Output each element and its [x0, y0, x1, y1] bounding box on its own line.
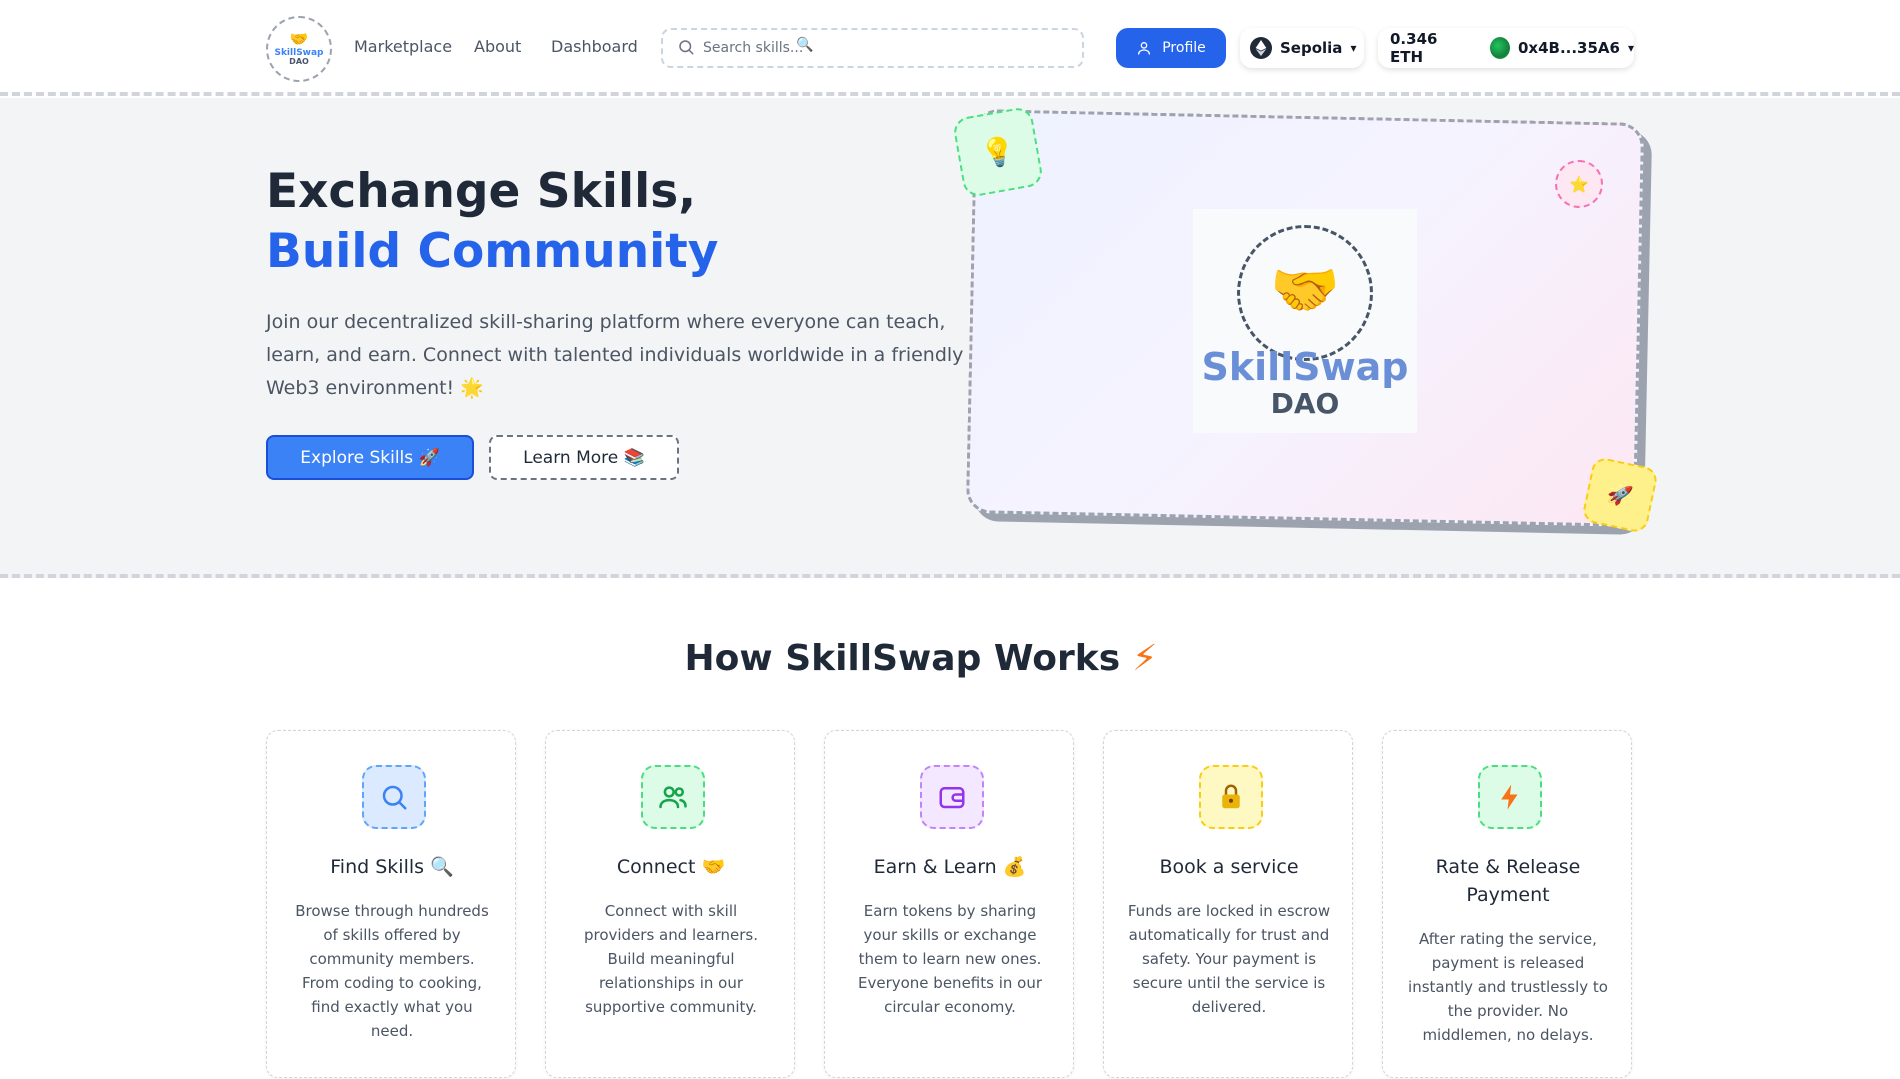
- step-description: Connect with skill providers and learner…: [583, 902, 759, 1016]
- step-description: Funds are locked in escrow automatically…: [1127, 902, 1331, 1016]
- chevron-down-icon: ▾: [1350, 41, 1357, 55]
- bolt-icon: [1478, 765, 1542, 829]
- step-title: Book a service: [1159, 856, 1299, 878]
- profile-button-label: Profile: [1162, 40, 1206, 56]
- step-description: Earn tokens by sharing your skills or ex…: [858, 902, 1042, 1016]
- step-card-find-skills: Find Skills 🔍 Browse through hundreds of…: [266, 730, 516, 1078]
- learn-more-button[interactable]: Learn More 📚: [489, 435, 679, 480]
- top-navbar: 🤝 SkillSwap DAO Marketplace About Dashbo…: [0, 0, 1900, 96]
- lock-icon: [1199, 765, 1263, 829]
- step-description: Browse through hundreds of skills offere…: [295, 902, 489, 1040]
- chevron-down-icon: ▾: [1627, 41, 1634, 55]
- lightning-icon: ⚡: [1132, 638, 1158, 679]
- how-it-works-title: How SkillSwap Works: [684, 638, 1121, 679]
- hero-title-line1: Exchange Skills,: [266, 164, 697, 219]
- wallet-avatar: [1489, 37, 1510, 59]
- lightbulb-icon: 💡: [951, 105, 1045, 199]
- nav-link-dashboard[interactable]: Dashboard: [551, 37, 638, 56]
- star-icon: ⭐: [1555, 160, 1603, 208]
- skillswap-logo[interactable]: 🤝 SkillSwap DAO: [266, 16, 332, 82]
- handshake-icon: 🤝: [289, 29, 309, 48]
- hero-logo-text-dao: DAO: [1270, 387, 1340, 420]
- hero-description: Join our decentralized skill-sharing pla…: [266, 311, 964, 399]
- how-it-works-heading: How SkillSwap Works ⚡: [0, 638, 1842, 679]
- logo-text-dao: DAO: [289, 57, 309, 67]
- wallet-address: 0x4B...35A6: [1517, 39, 1620, 57]
- hero-logo-text-skillswap: SkillSwap: [1201, 345, 1409, 389]
- wallet-icon: [920, 765, 984, 829]
- step-title: Connect 🤝: [616, 856, 726, 878]
- profile-button[interactable]: Profile: [1116, 28, 1226, 68]
- hero-title-line2: Build Community: [266, 224, 719, 279]
- ethereum-icon: [1250, 37, 1272, 59]
- step-description: After rating the service, payment is rel…: [1408, 930, 1608, 1044]
- step-title: Earn & Learn 💰: [873, 856, 1027, 878]
- nav-link-about[interactable]: About: [474, 37, 521, 56]
- step-title: Find Skills 🔍: [330, 856, 454, 878]
- magnifier-emoji-icon: 🔍: [796, 37, 814, 53]
- wallet-account-pill[interactable]: 0.346 ETH 0x4B...35A6 ▾: [1378, 28, 1634, 68]
- hero-logo-image: 🤝 SkillSwap DAO: [1193, 209, 1417, 433]
- search-input[interactable]: [703, 38, 1003, 58]
- step-card-connect: Connect 🤝 Connect with skill providers a…: [545, 730, 795, 1078]
- step-title: Rate & Release Payment: [1435, 856, 1581, 906]
- eth-balance: 0.346 ETH: [1390, 30, 1438, 66]
- step-card-earn-learn: Earn & Learn 💰 Earn tokens by sharing yo…: [824, 730, 1074, 1078]
- step-card-book-service: Book a service Funds are locked in escro…: [1103, 730, 1353, 1078]
- handshake-icon: 🤝: [1270, 258, 1340, 323]
- rocket-icon: 🚀: [1580, 455, 1660, 535]
- nav-link-marketplace[interactable]: Marketplace: [354, 37, 452, 56]
- explore-skills-button[interactable]: Explore Skills 🚀: [266, 435, 474, 480]
- search-icon: [362, 765, 426, 829]
- step-card-rate-release: Rate & Release Payment After rating the …: [1382, 730, 1632, 1078]
- search-icon: [679, 40, 694, 55]
- search-bar[interactable]: 🔍: [661, 28, 1084, 68]
- user-icon: [1138, 42, 1151, 55]
- users-icon: [641, 765, 705, 829]
- network-selector[interactable]: Sepolia ▾: [1240, 28, 1364, 68]
- network-name: Sepolia: [1280, 39, 1343, 57]
